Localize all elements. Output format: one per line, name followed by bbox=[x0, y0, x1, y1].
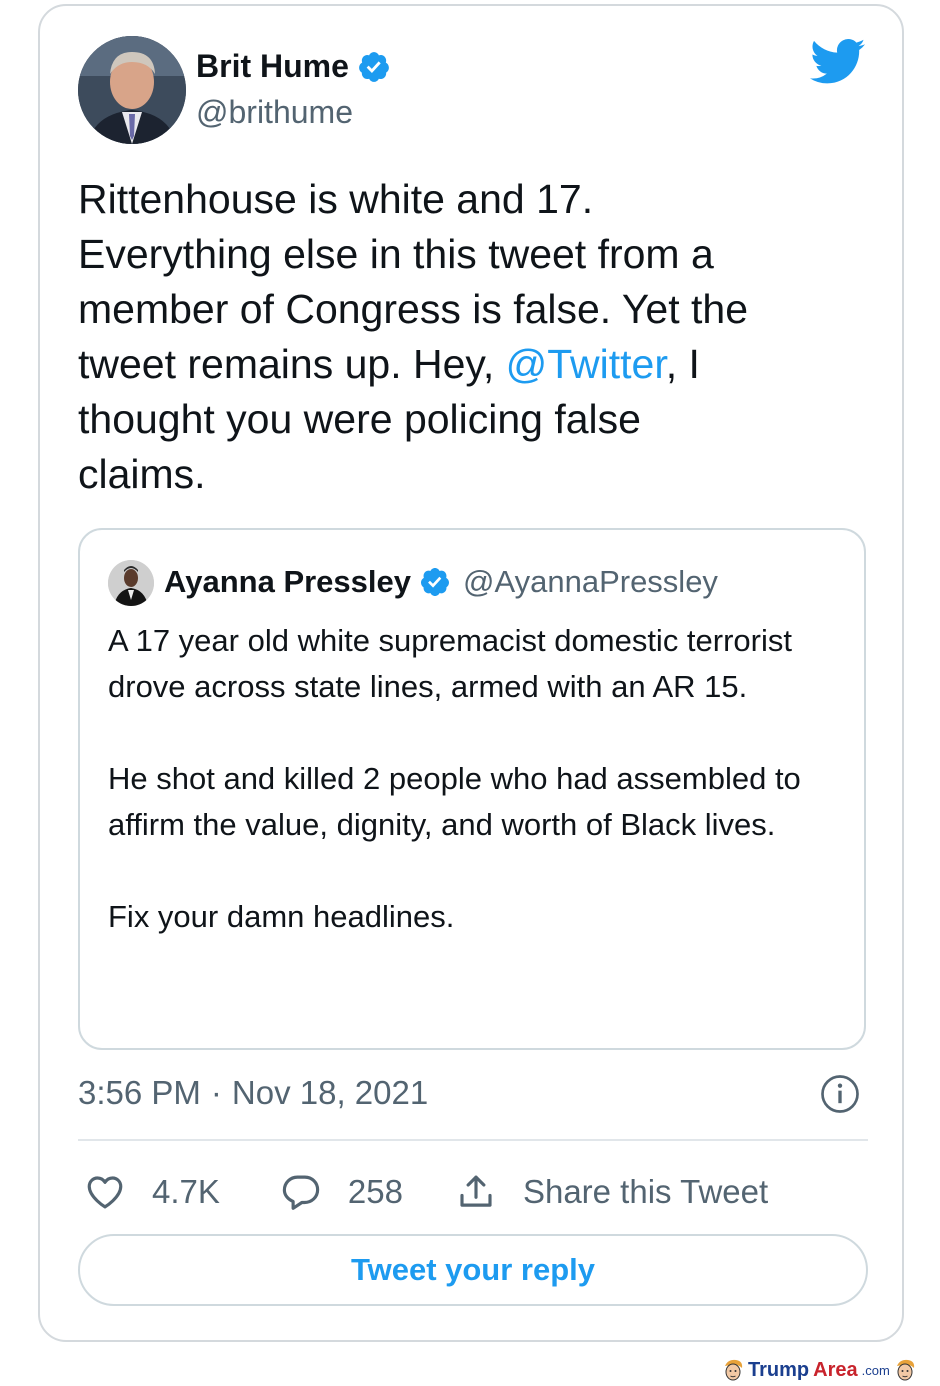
watermark-com: .com bbox=[861, 1362, 890, 1378]
trump-face-icon bbox=[725, 1359, 743, 1381]
timestamp-time: 3:56 PM bbox=[78, 1074, 201, 1111]
quoted-paragraph: Fix your damn headlines. bbox=[108, 899, 455, 934]
share-icon bbox=[460, 1175, 492, 1207]
reply-count: 258 bbox=[347, 1173, 403, 1210]
quoted-tweet[interactable]: Ayanna Pressley @AyannaPressley A 17 yea… bbox=[78, 528, 866, 1050]
reply-button-label: Tweet your reply bbox=[350, 1252, 596, 1287]
tweet-text: Rittenhouse is white and 17. Everything … bbox=[78, 172, 868, 502]
mention-link[interactable]: @Twitter bbox=[506, 341, 666, 387]
watermark-area: Area bbox=[813, 1358, 858, 1381]
trump-face-icon bbox=[896, 1359, 914, 1381]
author-name[interactable]: Brit Hume bbox=[196, 48, 391, 85]
twitter-bird-icon bbox=[810, 39, 866, 84]
info-icon[interactable] bbox=[820, 1074, 860, 1114]
reply-bubble-icon bbox=[282, 1175, 320, 1210]
author-handle[interactable]: @brithume bbox=[196, 94, 353, 131]
like-button[interactable]: 4.7K bbox=[84, 1171, 220, 1213]
verified-badge-icon bbox=[421, 568, 450, 596]
quoted-header: Ayanna Pressley @AyannaPressley bbox=[164, 564, 718, 600]
share-button[interactable]: Share this Tweet bbox=[455, 1171, 768, 1213]
quoted-paragraph: He shot and killed 2 people who had asse… bbox=[108, 761, 801, 842]
quoted-author-name[interactable]: Ayanna Pressley bbox=[164, 564, 411, 600]
timestamp-date: Nov 18, 2021 bbox=[231, 1074, 429, 1111]
reply-count-button[interactable]: 258 bbox=[280, 1171, 403, 1213]
author-name-text[interactable]: Brit Hume bbox=[196, 48, 349, 85]
watermark-trump: Trump bbox=[748, 1358, 810, 1381]
action-bar: 4.7K 258 Share this Tweet bbox=[78, 1166, 768, 1218]
timestamp-separator: · bbox=[210, 1074, 222, 1111]
quoted-tweet-text: A 17 year old white supremacist domestic… bbox=[108, 618, 848, 940]
share-label: Share this Tweet bbox=[522, 1173, 769, 1210]
divider bbox=[78, 1139, 868, 1141]
tweet-card: Brit Hume @brithume Rittenhouse is white… bbox=[38, 4, 904, 1342]
quoted-author-avatar bbox=[108, 560, 154, 606]
quoted-paragraph: A 17 year old white supremacist domestic… bbox=[108, 623, 792, 704]
tweet-your-reply-button[interactable]: Tweet your reply bbox=[78, 1234, 868, 1306]
author-avatar[interactable] bbox=[78, 36, 186, 144]
tweet-timestamp[interactable]: 3:56 PM · Nov 18, 2021 bbox=[78, 1074, 428, 1112]
verified-badge-icon bbox=[359, 51, 389, 82]
quoted-author-handle[interactable]: @AyannaPressley bbox=[463, 564, 718, 600]
trumparea-watermark: Trump Area .com bbox=[722, 1358, 916, 1382]
like-count: 4.7K bbox=[152, 1173, 220, 1210]
heart-icon bbox=[87, 1176, 123, 1209]
